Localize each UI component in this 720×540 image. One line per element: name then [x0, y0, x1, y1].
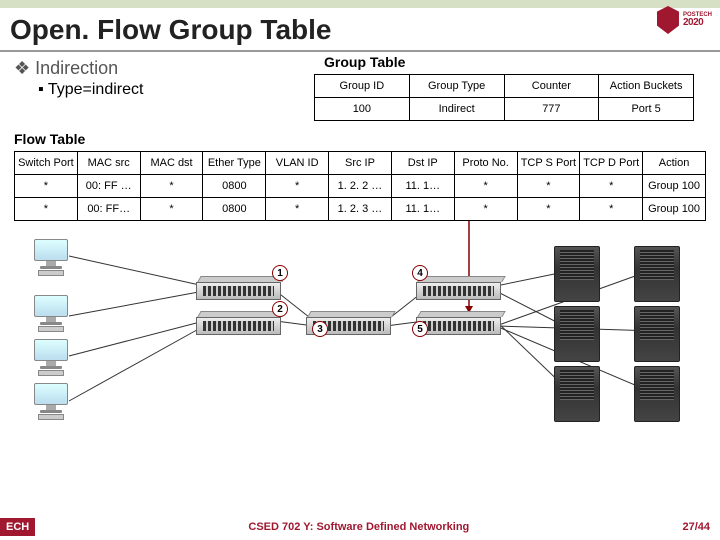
table-row: Group ID Group Type Counter Action Bucke…	[315, 75, 694, 98]
switch-label-1: 1	[272, 265, 288, 281]
switch-label-3: 3	[312, 321, 328, 337]
server-icon	[634, 366, 680, 422]
server-icon	[554, 246, 600, 302]
server-icon	[634, 246, 680, 302]
top-accent-bar	[0, 0, 720, 8]
bullet-indirection: Indirection	[14, 58, 294, 79]
footer: ECH CSED 702 Y: Software Defined Network…	[0, 518, 720, 536]
host-icon	[30, 295, 72, 337]
logo-text: POSTECH 2020	[683, 12, 712, 28]
host-icon	[30, 383, 72, 425]
switch-icon	[196, 276, 281, 302]
switch-label-2: 2	[272, 301, 288, 317]
bullet-type: Type=indirect	[38, 81, 294, 99]
table-row: Switch Port MAC src MAC dst Ether Type V…	[15, 152, 706, 175]
group-table: Group ID Group Type Counter Action Bucke…	[314, 74, 694, 121]
switch-label-5: 5	[412, 321, 428, 337]
table-row: * 00: FF … * 0800 * 1. 2. 2 … 11. 1… * *…	[15, 175, 706, 198]
server-icon	[554, 366, 600, 422]
switch-label-4: 4	[412, 265, 428, 281]
host-icon	[30, 239, 72, 281]
flow-table: Switch Port MAC src MAC dst Ether Type V…	[14, 151, 706, 221]
footer-left-badge: ECH	[0, 518, 35, 536]
logo: POSTECH 2020	[657, 6, 712, 34]
network-diagram: 1 2 3 4 5	[14, 221, 706, 451]
flow-table-label: Flow Table	[14, 131, 706, 147]
page-number: 27/44	[682, 521, 720, 533]
group-table-label: Group Table	[324, 54, 706, 70]
table-row: 100 Indirect 777 Port 5	[315, 98, 694, 121]
host-icon	[30, 339, 72, 381]
logo-line2: 2020	[683, 18, 712, 28]
server-icon	[634, 306, 680, 362]
server-icon	[554, 306, 600, 362]
switch-icon	[196, 311, 281, 337]
switch-icon	[416, 311, 501, 337]
slide-title: Open. Flow Group Table	[0, 8, 720, 52]
bullets: Indirection Type=indirect	[14, 58, 294, 121]
table-row: * 00: FF… * 0800 * 1. 2. 3 … 11. 1… * * …	[15, 198, 706, 221]
shield-icon	[657, 6, 679, 34]
footer-center: CSED 702 Y: Software Defined Networking	[35, 521, 682, 533]
switch-icon	[416, 276, 501, 302]
